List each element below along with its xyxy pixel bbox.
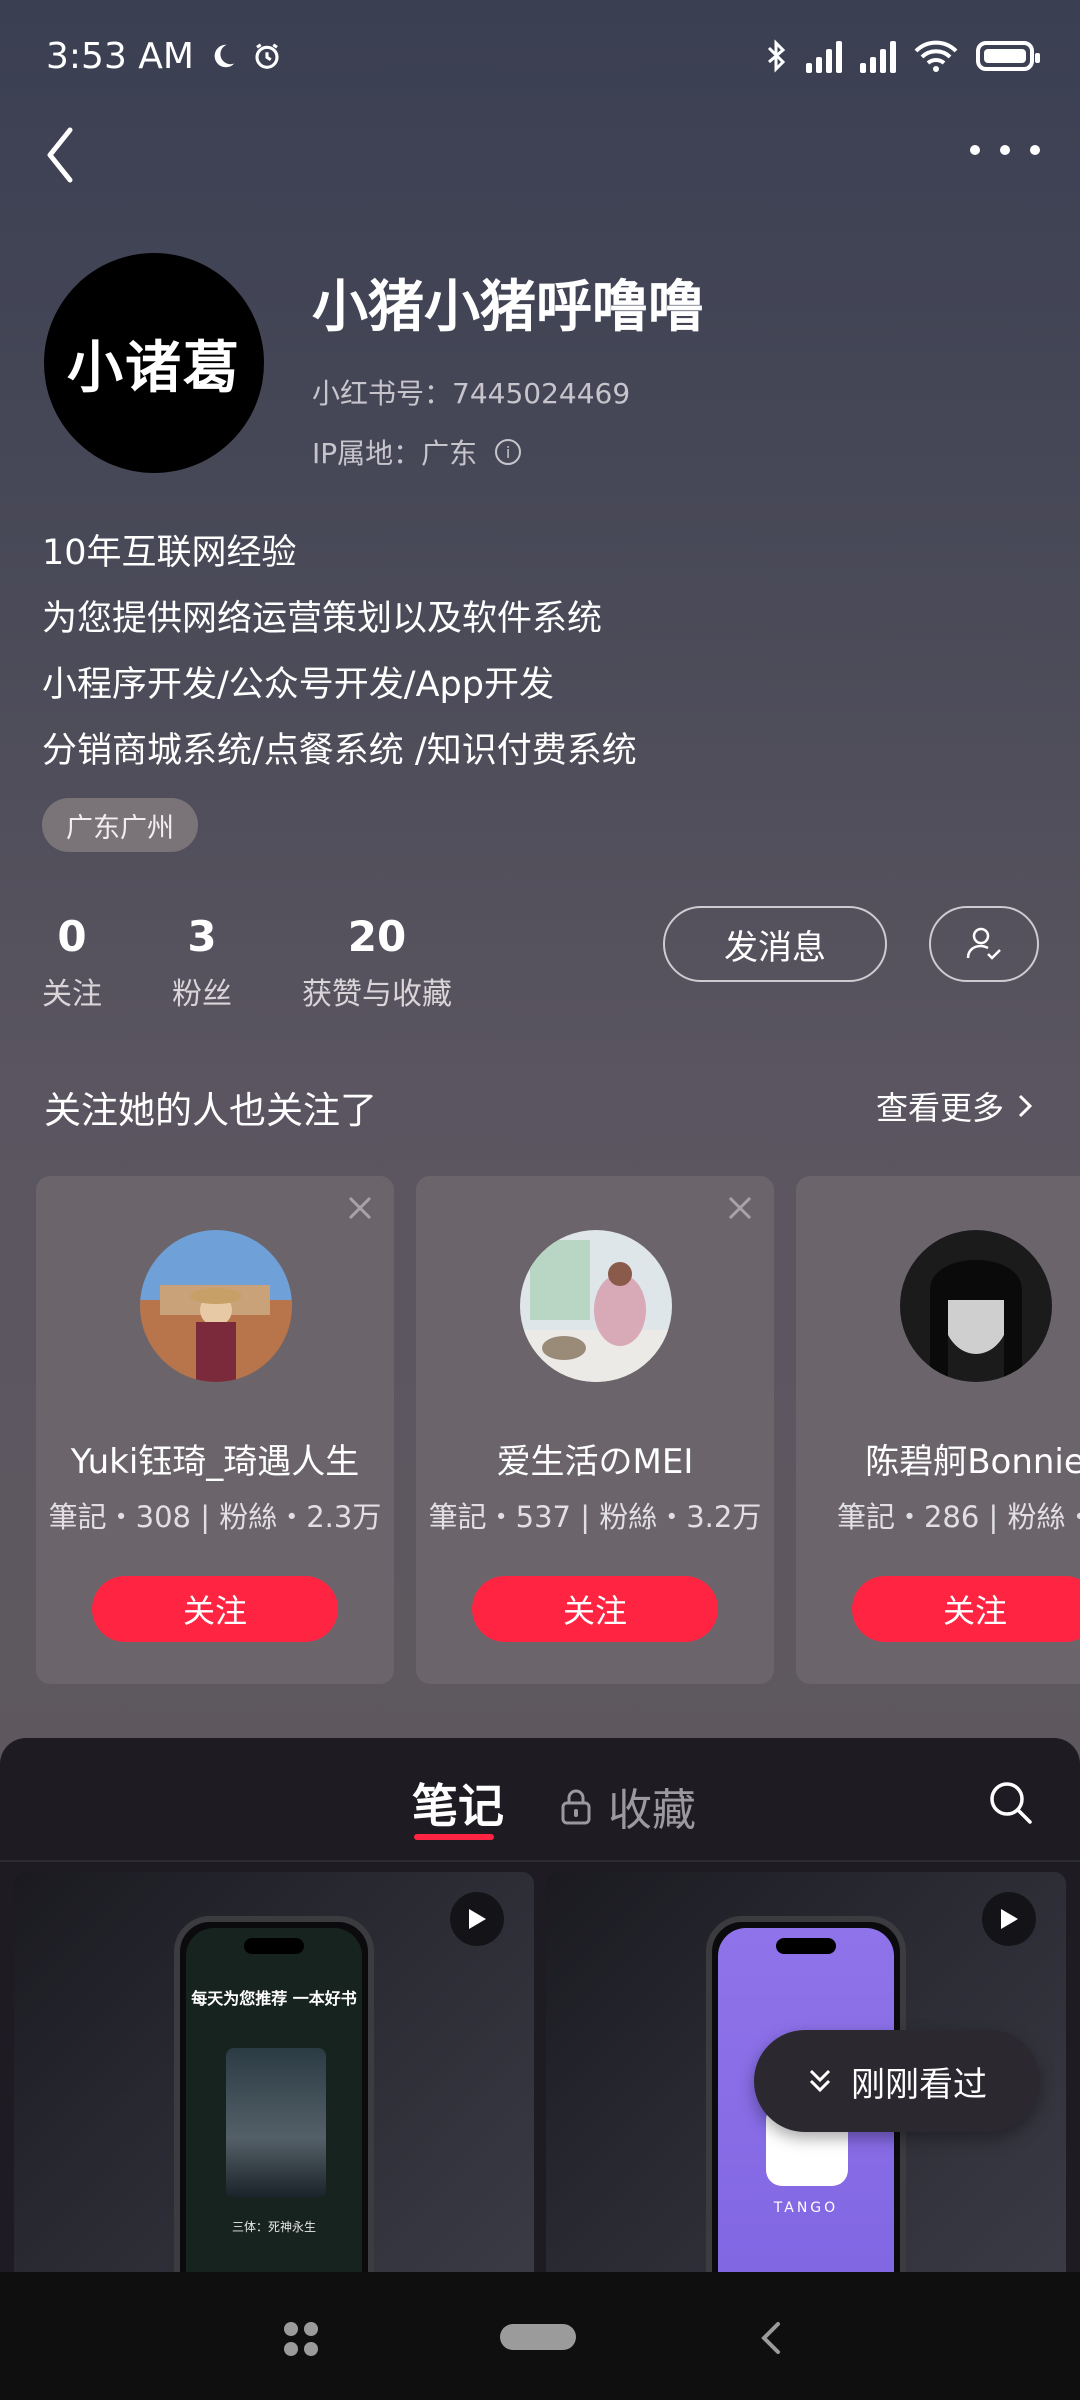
profile-name: 小猪小猪呼噜噜	[312, 275, 704, 340]
bio-line: 分销商城系统/点餐系统 /知识付费系统	[42, 731, 637, 771]
user-name[interactable]: 爱生活のMEI	[416, 1434, 774, 1483]
more-dot	[1030, 145, 1040, 155]
stat-number: 0	[57, 912, 87, 961]
status-time: 3:53 AM	[46, 35, 194, 77]
bio-line: 为您提供网络运营策划以及软件系统	[42, 599, 603, 639]
moon-icon	[214, 44, 235, 68]
followed-user-button[interactable]	[929, 906, 1039, 982]
video-play-icon	[982, 1892, 1036, 1946]
system-nav-bar	[0, 2272, 1080, 2400]
bio: 10年互联网经验 为您提供网络运营策划以及软件系统 小程序开发/公众号开发/Ap…	[42, 520, 637, 784]
wifi-icon	[914, 40, 958, 72]
stat-label: 获赞与收藏	[302, 977, 452, 1012]
recent-apps-icon[interactable]	[284, 2322, 318, 2356]
home-pill[interactable]	[500, 2324, 576, 2350]
info-icon[interactable]: i	[495, 439, 522, 465]
stat-likes[interactable]: 20 获赞与收藏	[302, 912, 452, 1013]
user-avatar[interactable]	[520, 1230, 672, 1382]
stat-label: 关注	[42, 977, 102, 1012]
close-icon[interactable]	[346, 1194, 374, 1222]
stat-following[interactable]: 0 关注	[42, 912, 102, 1013]
red-id[interactable]: 小红书号：7445024469	[312, 372, 630, 412]
location-tag: 广东广州	[42, 798, 198, 852]
back-arrow-icon[interactable]	[40, 120, 100, 190]
lock-icon	[561, 1789, 591, 1825]
recommend-card[interactable]: 陈碧舸Bonnie 筆記・286 | 粉絲・9 关注	[796, 1176, 1080, 1684]
send-message-button[interactable]: 发消息	[663, 906, 887, 982]
stat-number: 3	[187, 912, 217, 961]
recommend-card[interactable]: Yuki钰琦_琦遇人生 筆記・308 | 粉絲・2.3万 关注	[36, 1176, 394, 1684]
user-name[interactable]: 陈碧舸Bonnie	[796, 1434, 1080, 1483]
ip-location: IP属地：广东 i	[312, 432, 522, 472]
app-name: TANGO	[773, 2200, 839, 2216]
recommend-carousel[interactable]: Yuki钰琦_琦遇人生 筆記・308 | 粉絲・2.3万 关注 爱生活のMEI …	[36, 1176, 1080, 1684]
active-tab-indicator	[414, 1834, 494, 1840]
search-icon[interactable]	[986, 1778, 1034, 1826]
follow-button[interactable]: 关注	[852, 1576, 1080, 1642]
chevron-right-icon	[1018, 1094, 1033, 1118]
recommend-title: 关注她的人也关注了	[44, 1089, 377, 1132]
recommend-card[interactable]: 爱生活のMEI 筆記・537 | 粉絲・3.2万 关注	[416, 1176, 774, 1684]
bio-line: 10年互联网经验	[42, 533, 297, 573]
battery-icon	[976, 41, 1040, 71]
user-avatar[interactable]	[140, 1230, 292, 1382]
avatar-logo-text: 小诸葛	[67, 335, 241, 401]
tab-notes[interactable]: 笔记	[412, 1770, 504, 1836]
see-more-link[interactable]: 查看更多	[876, 1083, 1034, 1129]
more-dot	[970, 145, 980, 155]
bluetooth-icon	[767, 39, 786, 73]
recently-viewed-button[interactable]: 刚刚看过	[754, 2030, 1040, 2132]
user-name[interactable]: Yuki钰琦_琦遇人生	[36, 1434, 394, 1483]
more-dot	[1000, 145, 1010, 155]
book-caption: 三体：死神永生	[231, 2220, 316, 2234]
book-cover	[226, 2048, 326, 2198]
user-avatar[interactable]	[900, 1230, 1052, 1382]
tab-favorites[interactable]: 收藏	[560, 1774, 696, 1838]
stats-row: 0 关注 3 粉丝 20 获赞与收藏	[42, 912, 522, 1013]
user-meta: 筆記・286 | 粉絲・9	[836, 1500, 1080, 1534]
tab-favorites-label: 收藏	[608, 1785, 696, 1836]
see-more-label: 查看更多	[875, 1089, 1004, 1127]
status-bar: 3:53 AM	[46, 30, 1040, 82]
signal-icon	[806, 39, 842, 73]
double-chevron-down-icon	[809, 2069, 831, 2093]
stat-label: 粉丝	[172, 977, 232, 1012]
phone-title: 每天为您推荐 一本好书	[191, 1989, 357, 2008]
bio-line: 小程序开发/公众号开发/App开发	[42, 665, 554, 705]
user-check-icon	[966, 927, 1001, 960]
avatar[interactable]: 小诸葛	[44, 253, 264, 473]
user-meta: 筆記・537 | 粉絲・3.2万	[428, 1500, 762, 1534]
divider	[0, 1860, 1080, 1862]
signal-icon-2	[860, 39, 896, 73]
video-play-icon	[450, 1892, 504, 1946]
alarm-icon	[255, 43, 279, 69]
stat-followers[interactable]: 3 粉丝	[172, 912, 232, 1013]
system-back-icon[interactable]	[752, 2318, 792, 2358]
close-icon[interactable]	[726, 1194, 754, 1222]
recently-viewed-label: 刚刚看过	[851, 2064, 987, 2105]
follow-button[interactable]: 关注	[92, 1576, 338, 1642]
stat-number: 20	[347, 912, 407, 961]
user-meta: 筆記・308 | 粉絲・2.3万	[48, 1500, 382, 1534]
ip-location-text: IP属地：广东	[312, 437, 478, 470]
more-options-button[interactable]	[970, 130, 1040, 170]
tab-bar: 笔记 收藏	[0, 1738, 1080, 1860]
follow-button[interactable]: 关注	[472, 1576, 718, 1642]
